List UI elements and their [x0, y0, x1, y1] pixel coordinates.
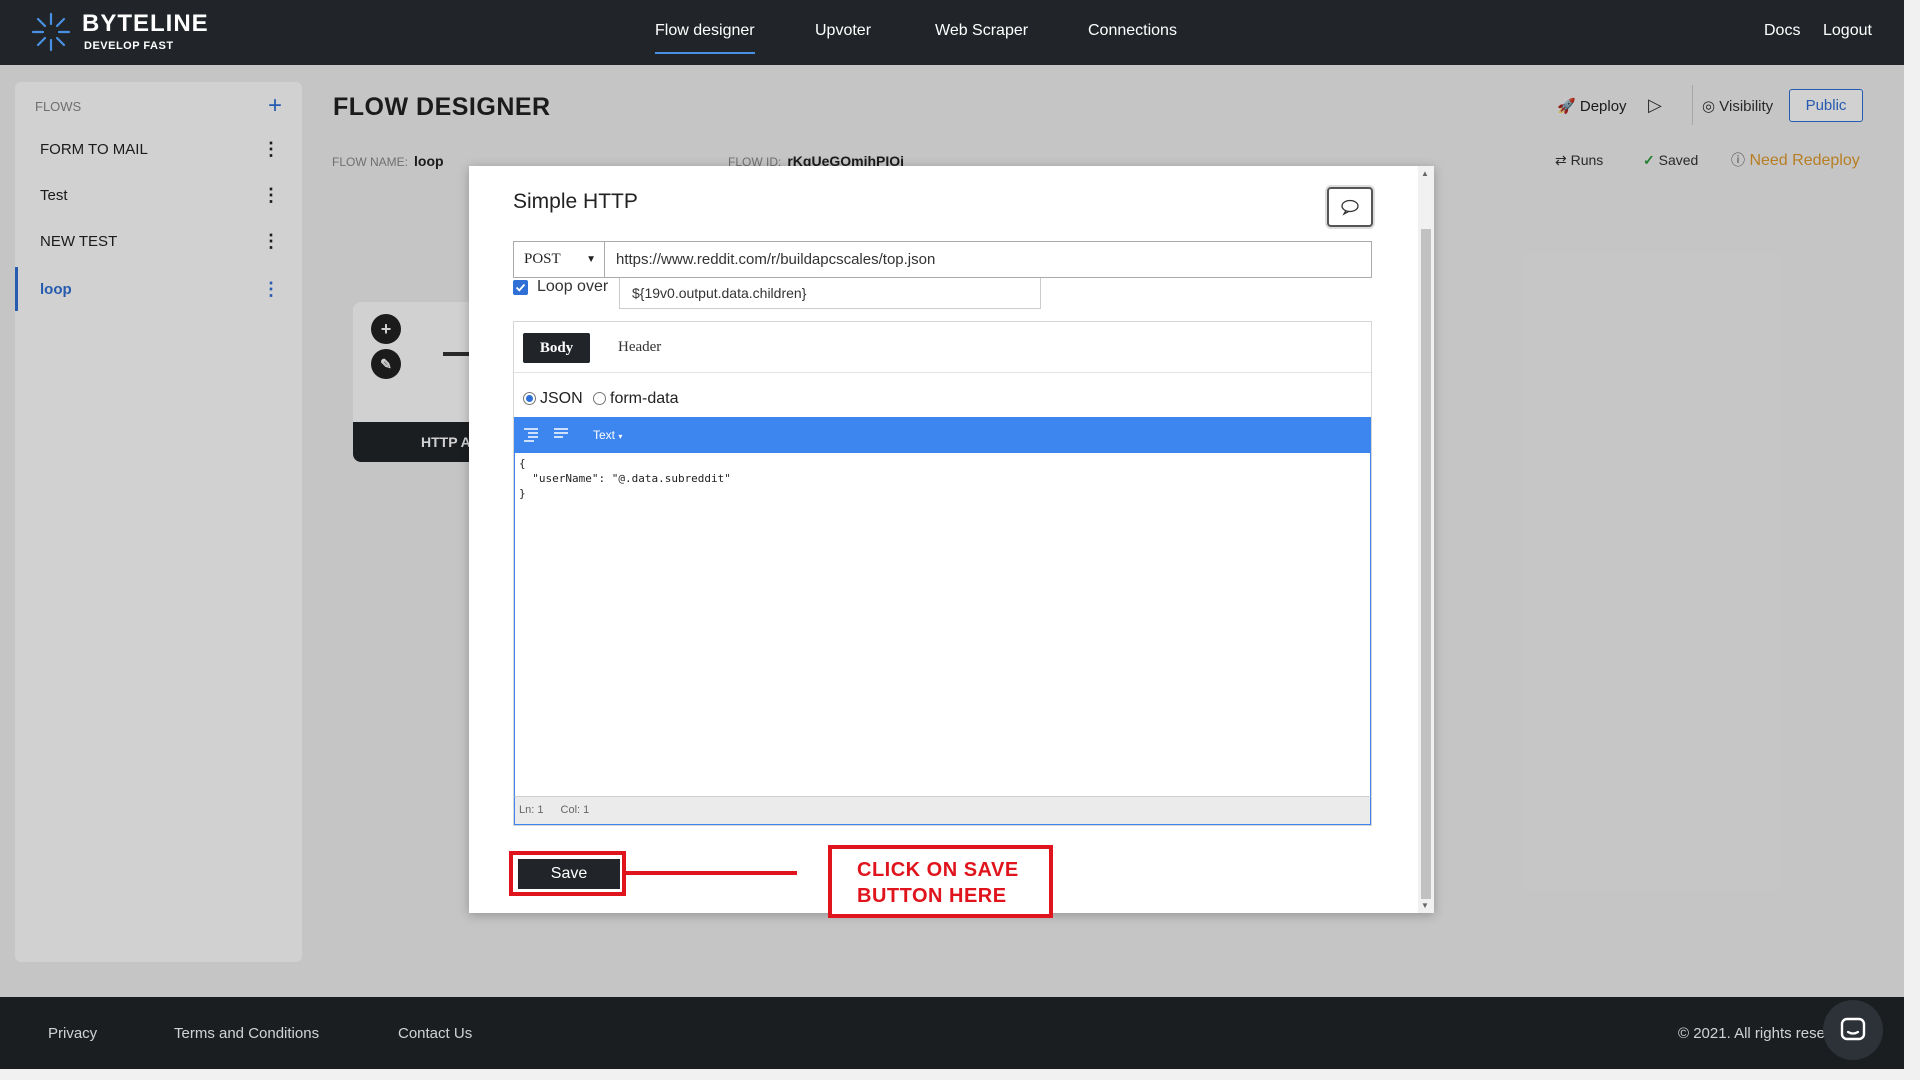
nav-logout[interactable]: Logout [1823, 22, 1872, 40]
nav-flow-designer[interactable]: Flow designer [655, 22, 755, 54]
annotation-connector [626, 871, 797, 875]
brand-tagline: DEVELOP FAST [84, 40, 174, 52]
tabs-divider [514, 372, 1371, 373]
editor-status-bar: Ln: 1 Col: 1 [514, 796, 1371, 825]
nav-docs[interactable]: Docs [1764, 22, 1800, 40]
tab-body[interactable]: Body [523, 333, 590, 363]
form-data-radio-label: form-data [610, 390, 679, 407]
loop-over-label: Loop over [537, 278, 609, 295]
json-radio[interactable] [523, 392, 536, 405]
method-value: POST [524, 251, 561, 267]
line-indicator: Ln: 1 [519, 804, 544, 816]
scroll-up-icon[interactable]: ▲ [1421, 169, 1429, 178]
brand-logo[interactable]: BYTELINE DEVELOP FAST [30, 11, 209, 53]
nav-web-scraper[interactable]: Web Scraper [935, 22, 1028, 40]
chat-icon [1840, 1017, 1866, 1041]
byteline-logo-icon [31, 12, 71, 52]
tab-header[interactable]: Header [618, 339, 661, 356]
nav-upvoter[interactable]: Upvoter [815, 22, 871, 40]
save-button[interactable]: Save [518, 859, 620, 889]
format-json-icon[interactable] [523, 426, 539, 442]
json-body-editor[interactable]: { "userName": "@.data.subreddit" } [514, 453, 1371, 796]
brand-name: BYTELINE [82, 10, 209, 37]
comment-icon [1341, 199, 1359, 216]
editor-toolbar: Text ▾ [514, 417, 1371, 453]
request-body-panel: Body Header JSON form-data Text ▾ { "use… [513, 321, 1372, 826]
editor-mode-dropdown[interactable]: Text ▾ [593, 428, 622, 442]
url-input[interactable] [605, 241, 1372, 278]
chevron-down-icon: ▼ [586, 254, 596, 265]
modal-title: Simple HTTP [513, 190, 638, 213]
nav-connections[interactable]: Connections [1088, 22, 1177, 40]
column-indicator: Col: 1 [560, 804, 590, 816]
scroll-down-icon[interactable]: ▼ [1421, 901, 1429, 910]
form-data-radio[interactable] [593, 392, 606, 405]
callout-line-2: BUTTON HERE [857, 885, 1007, 907]
json-radio-label: JSON [540, 390, 583, 407]
top-navbar: BYTELINE DEVELOP FAST Flow designer Upvo… [0, 0, 1920, 65]
compact-json-icon[interactable] [553, 426, 569, 442]
loop-over-input[interactable] [619, 278, 1041, 309]
checkmark-icon [515, 283, 526, 292]
scrollbar-thumb[interactable] [1421, 229, 1431, 899]
caret-down-icon: ▾ [618, 432, 623, 441]
simple-http-modal: Simple HTTP POST ▼ Loop over Body Header… [469, 166, 1434, 913]
chat-launcher-icon[interactable] [1823, 1000, 1883, 1060]
comment-button[interactable] [1327, 187, 1373, 227]
http-method-select[interactable]: POST ▼ [513, 241, 605, 278]
callout-line-1: CLICK ON SAVE [857, 859, 1019, 881]
loop-over-checkbox[interactable] [513, 280, 528, 295]
editor-mode-label: Text [593, 428, 616, 442]
page-scrollbar[interactable] [1904, 0, 1920, 1080]
modal-scrollbar[interactable]: ▲ ▼ [1418, 166, 1434, 913]
annotation-callout: CLICK ON SAVE BUTTON HERE [828, 845, 1053, 918]
